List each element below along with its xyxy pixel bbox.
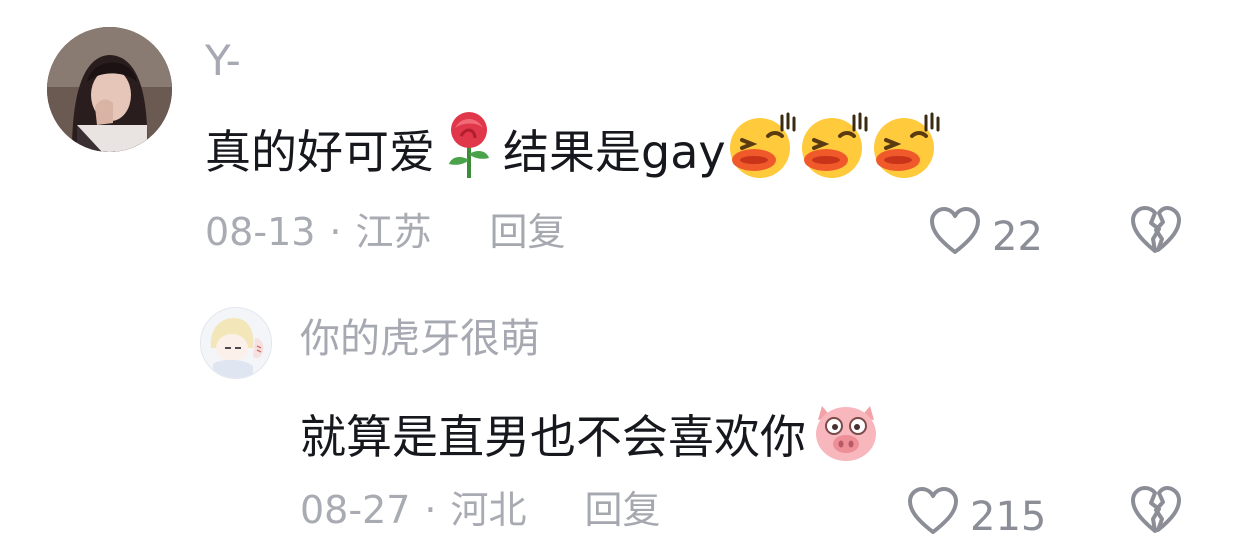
comment-meta: 08-13 · 江苏 回复 [205, 207, 566, 257]
comment-text-part: 真的好可爱 [205, 125, 435, 179]
comment-text-part: 就算是直男也不会喜欢你 [300, 410, 806, 464]
comment-text: 就算是直男也不会喜欢你 [300, 396, 882, 478]
avatar[interactable] [47, 27, 172, 152]
kiss-face-emoji [726, 110, 798, 194]
reply-comment-item: 你的虎牙很萌 就算是直男也不会喜欢你 08-27 · 河北 回复 215 [0, 280, 1250, 558]
comment-date: 08-13 [205, 210, 316, 254]
comment-meta: 08-27 · 河北 回复 [300, 485, 661, 535]
username[interactable]: 你的虎牙很萌 [300, 314, 540, 364]
dislike-button[interactable] [1129, 485, 1183, 539]
meta-separator: · [329, 210, 342, 254]
like-count: 22 [992, 214, 1043, 260]
comment-location: 河北 [450, 488, 527, 532]
reply-button[interactable]: 回复 [585, 485, 661, 535]
meta-separator: · [424, 488, 437, 532]
comment-item: Y- 真的好可爱 结果是gay 08-13 · 江苏 回复 22 [0, 0, 1250, 280]
comment-text: 真的好可爱 结果是gay [205, 110, 942, 194]
like-button[interactable]: 22 [928, 206, 1043, 268]
broken-heart-icon [1129, 486, 1183, 539]
comment-date: 08-27 [300, 488, 411, 532]
avatar[interactable] [200, 307, 272, 379]
comment-text-part: 结果是gay [503, 125, 726, 179]
like-count: 215 [970, 494, 1047, 540]
kiss-face-emoji [798, 110, 870, 194]
kiss-face-emoji [870, 110, 942, 194]
dislike-button[interactable] [1129, 205, 1183, 259]
broken-heart-icon [1129, 206, 1183, 259]
reply-button[interactable]: 回复 [490, 207, 566, 257]
comment-location: 江苏 [355, 210, 432, 254]
like-button[interactable]: 215 [906, 486, 1046, 548]
heart-icon [906, 486, 960, 548]
rose-emoji [441, 110, 497, 194]
heart-icon [928, 206, 982, 268]
username[interactable]: Y- [205, 36, 241, 86]
pig-face-emoji [810, 396, 882, 478]
